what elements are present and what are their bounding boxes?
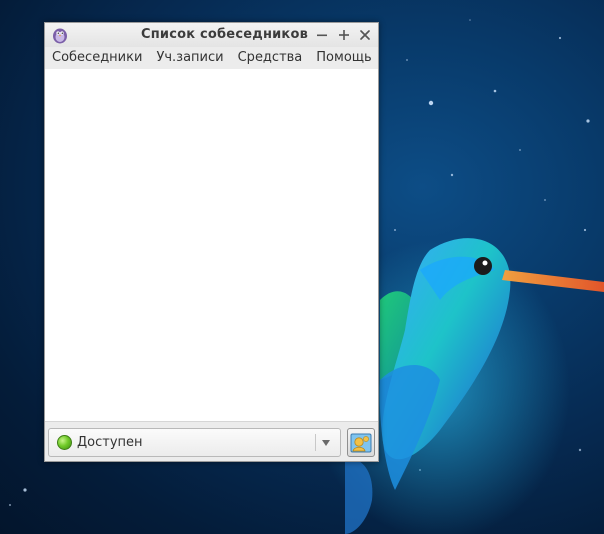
menu-accounts[interactable]: Уч.записи	[149, 47, 230, 69]
menu-buddies[interactable]: Собеседники	[45, 47, 149, 69]
dropdown-separator	[315, 434, 316, 451]
menu-bar: Собеседники Уч.записи Средства Помощь	[45, 47, 378, 69]
maximize-button[interactable]	[335, 25, 353, 45]
menu-tools[interactable]: Средства	[231, 47, 310, 69]
buddy-list-area[interactable]	[45, 69, 378, 421]
chevron-down-icon	[322, 440, 330, 446]
buddy-avatar-icon	[350, 433, 372, 452]
buddy-icon-button[interactable]	[347, 428, 375, 457]
status-bar: Доступен	[45, 421, 378, 461]
minimize-button[interactable]	[313, 25, 331, 45]
title-bar[interactable]: Список собеседников	[45, 23, 378, 47]
close-icon	[360, 30, 370, 40]
status-selector[interactable]: Доступен	[48, 428, 341, 457]
status-label: Доступен	[77, 435, 143, 450]
buddy-list-window: Список собеседников Собеседники Уч.запис…	[44, 22, 379, 462]
close-button[interactable]	[356, 25, 374, 45]
minimize-icon	[317, 34, 327, 37]
available-status-icon	[57, 435, 72, 450]
menu-help[interactable]: Помощь	[309, 47, 378, 69]
maximize-icon	[339, 30, 349, 40]
